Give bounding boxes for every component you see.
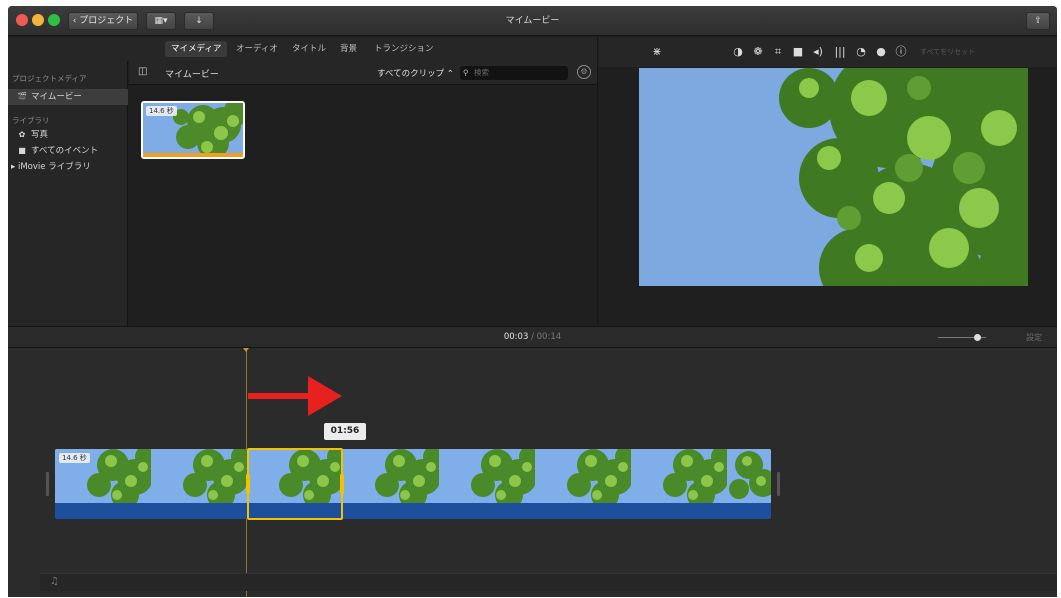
timeline-clip[interactable]: 14.6 秒 <box>55 449 771 519</box>
sidebar-item-imovie-library[interactable]: ▸ iMovie ライブラリ <box>8 159 128 175</box>
sidebar-item-all-events[interactable]: ■ すべてのイベント <box>8 143 128 159</box>
search-icon: ⚲ <box>463 68 469 77</box>
stabilization-icon[interactable]: ■ <box>791 45 805 59</box>
sidebar-toggle-icon[interactable]: ◫ <box>138 66 147 77</box>
adjustment-toolbar: ⋇ ◑ ❁ ⌗ ■ ◂) ||| ◔ ● ⓘ すべてをリセット <box>598 37 1057 67</box>
magic-wand-icon[interactable]: ⋇ <box>650 45 664 59</box>
viewer-panel: ⋇ ◑ ❁ ⌗ ■ ◂) ||| ◔ ● ⓘ すべてをリセット <box>597 37 1057 326</box>
red-arrow-annotation <box>248 376 342 416</box>
zoom-slider-knob[interactable] <box>974 334 981 341</box>
music-note-icon: ♫ <box>50 576 59 587</box>
background-music-well[interactable]: ♫ <box>40 573 1057 591</box>
filter-icon[interactable]: ● <box>874 45 888 59</box>
browser-title: マイムービー <box>165 70 219 80</box>
reset-all-button[interactable]: すべてをリセット <box>920 47 975 57</box>
star-box-icon: ■ <box>18 146 26 155</box>
clip-audio-track <box>55 503 771 519</box>
time-tooltip: 01:56 <box>324 423 366 440</box>
timecode-display: 00:03 / 00:14 <box>503 332 562 342</box>
browser-header: ◫ マイムービー すべてのクリップ ⌃ ⚲ 検索 ⚙ <box>129 61 597 85</box>
crop-icon[interactable]: ⌗ <box>771 45 785 59</box>
browser-tabs: マイメディア オーディオ タイトル 背景 トランジション <box>8 37 597 61</box>
tree-image <box>631 449 727 503</box>
tab-transitions[interactable]: トランジション <box>368 41 440 57</box>
tree-image <box>727 449 771 503</box>
clip-filter-select[interactable]: すべてのクリップ ⌃ <box>377 67 454 79</box>
sidebar-item-my-movie[interactable]: 🎬 マイムービー <box>8 89 128 105</box>
clip-frame <box>631 449 727 503</box>
tree-image <box>439 449 535 503</box>
library-sidebar: プロジェクトメディア 🎬 マイムービー ライブラリ ✿ 写真 ■ すべてのイベント ▸… <box>8 61 128 326</box>
timeline-settings-button[interactable]: 設定 <box>1026 332 1042 343</box>
media-import-layout-button[interactable]: ▦▾ <box>146 12 176 30</box>
speed-icon[interactable]: ◔ <box>854 45 868 59</box>
tree-image <box>151 449 247 503</box>
clip-left-edge-handle[interactable] <box>46 472 49 496</box>
clip-frame <box>727 449 771 503</box>
close-window-button[interactable] <box>16 14 28 26</box>
grid-view-icon: ▦▾ <box>154 16 168 26</box>
share-icon: ⇪ <box>1034 16 1042 26</box>
minimize-window-button[interactable] <box>32 14 44 26</box>
clip-frame <box>535 449 631 503</box>
zoom-window-button[interactable] <box>48 14 60 26</box>
disclosure-triangle-icon: ▸ <box>11 162 18 172</box>
clip-frame <box>151 449 247 503</box>
color-balance-icon[interactable]: ◑ <box>731 45 745 59</box>
clip-frame <box>343 449 439 503</box>
sidebar-item-photos[interactable]: ✿ 写真 <box>8 127 128 143</box>
imovie-window: ‹ プロジェクト ▦▾ ↓ マイムービー ⇪ マイメディア オーディオ タイトル… <box>8 6 1057 597</box>
tab-backgrounds[interactable]: 背景 <box>334 41 363 57</box>
zoom-slider[interactable] <box>938 334 986 341</box>
media-clip-thumbnail[interactable]: 14.6 秒 <box>141 101 245 159</box>
clapperboard-icon: 🎬 <box>17 92 27 101</box>
download-arrow-icon: ↓ <box>195 16 203 26</box>
gear-icon[interactable]: ⚙ <box>577 65 591 79</box>
color-palette-icon[interactable]: ❁ <box>751 45 765 59</box>
preview-image <box>639 68 1028 286</box>
range-start-handle[interactable] <box>246 474 250 494</box>
playhead-marker <box>243 348 249 352</box>
library-header: ライブラリ <box>12 116 50 125</box>
tree-image <box>639 68 1028 286</box>
search-field[interactable]: ⚲ 検索 <box>460 66 568 80</box>
playback-bar: 00:03 / 00:14 設定 <box>8 326 1057 348</box>
title-bar: ‹ プロジェクト ▦▾ ↓ マイムービー ⇪ <box>8 6 1057 36</box>
share-button[interactable]: ⇪ <box>1026 12 1050 30</box>
tab-audio[interactable]: オーディオ <box>230 41 284 57</box>
media-browser: ◫ マイムービー すべてのクリップ ⌃ ⚲ 検索 ⚙ 14.6 秒 <box>129 61 597 326</box>
clip-right-edge-handle[interactable] <box>777 472 780 496</box>
timeline: 14.6 秒 01:56 ♫ <box>8 348 1057 597</box>
tree-image <box>535 449 631 503</box>
tab-my-media[interactable]: マイメディア <box>165 41 228 57</box>
photos-flower-icon: ✿ <box>18 130 26 139</box>
clip-frame <box>439 449 535 503</box>
volume-icon[interactable]: ◂) <box>811 45 825 59</box>
info-icon[interactable]: ⓘ <box>894 45 908 59</box>
projects-back-button[interactable]: ‹ プロジェクト <box>68 12 138 30</box>
tree-image <box>343 449 439 503</box>
timeline-clip-duration-badge: 14.6 秒 <box>59 453 90 463</box>
range-end-handle[interactable] <box>340 474 344 494</box>
equalizer-icon[interactable]: ||| <box>833 45 847 59</box>
project-media-header: プロジェクトメディア <box>12 74 87 83</box>
import-button[interactable]: ↓ <box>184 12 214 30</box>
selected-clip-range[interactable] <box>246 448 344 520</box>
tab-titles[interactable]: タイトル <box>286 41 332 57</box>
clip-duration-badge: 14.6 秒 <box>146 106 177 116</box>
